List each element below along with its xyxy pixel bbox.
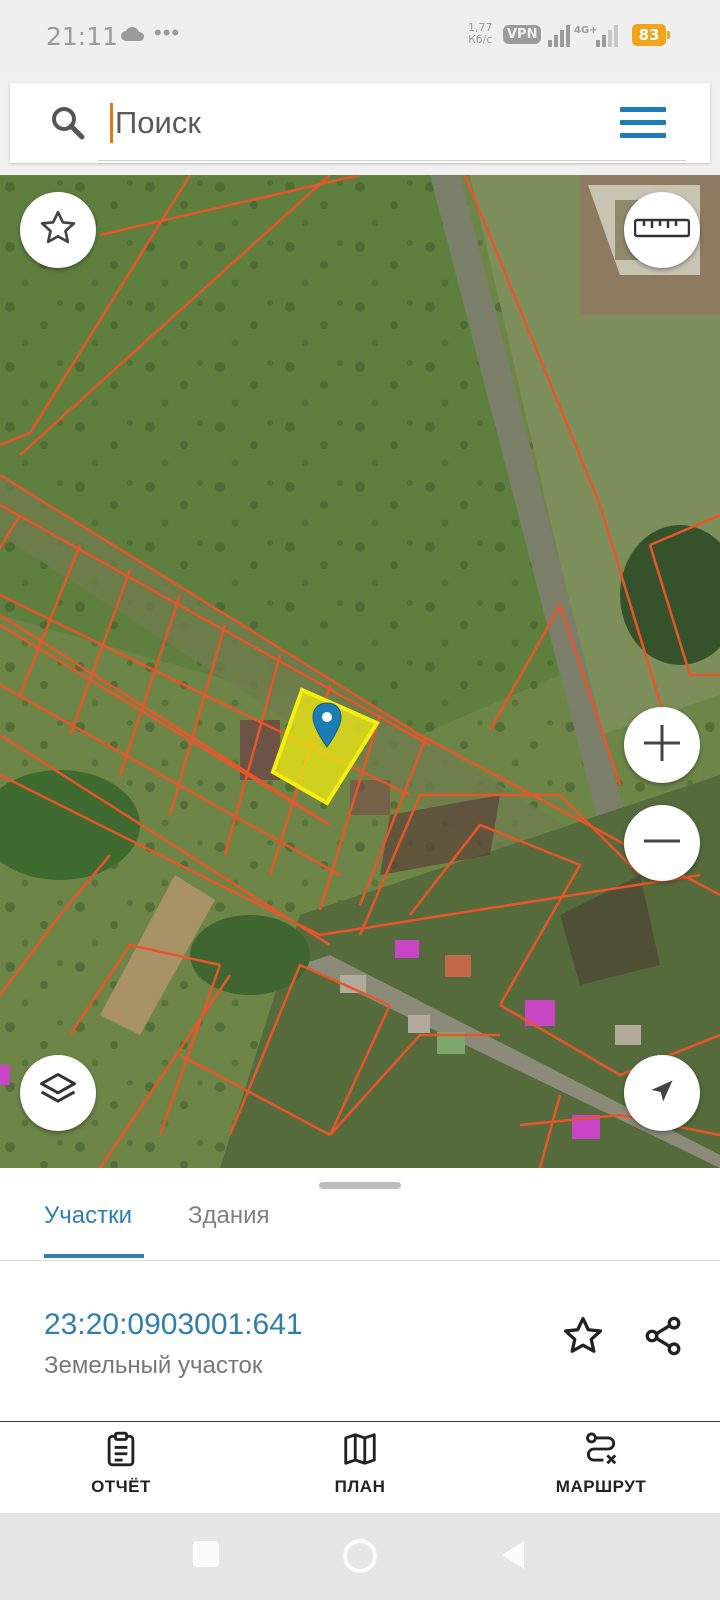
zoom-in-button[interactable] (624, 707, 700, 783)
clipboard-icon (102, 1431, 140, 1472)
report-button[interactable]: ОТЧЁТ (46, 1430, 196, 1497)
cadastral-number[interactable]: 23:20:0903001:641 (44, 1308, 303, 1342)
battery-indicator: 83 (632, 24, 670, 46)
tab-indicator (44, 1254, 144, 1258)
search-input[interactable] (110, 103, 595, 143)
plus-icon (640, 721, 684, 770)
recent-apps-icon[interactable] (193, 1541, 219, 1567)
plan-label: ПЛАН (334, 1477, 386, 1496)
signal-icon: 4G+ (548, 24, 620, 53)
route-label: МАРШРУТ (555, 1477, 647, 1496)
tab-divider (0, 1260, 720, 1261)
home-icon[interactable] (343, 1539, 377, 1573)
favorites-button[interactable] (20, 192, 96, 268)
ruler-icon (633, 216, 691, 245)
parcel-type: Земельный участок (44, 1352, 263, 1379)
plan-button[interactable]: ПЛАН (285, 1430, 435, 1497)
route-icon (581, 1432, 621, 1472)
share-icon[interactable] (640, 1314, 686, 1363)
tab-buildings[interactable]: Здания (188, 1202, 270, 1230)
sheet-drag-handle[interactable] (319, 1182, 401, 1189)
more-notifications-icon: ••• (154, 20, 181, 45)
search-bar (10, 83, 710, 163)
layers-button[interactable] (20, 1055, 96, 1131)
bottom-sheet: Участки Здания 23:20:0903001:641 Земельн… (0, 1168, 720, 1513)
star-icon[interactable] (560, 1314, 606, 1363)
navigation-arrow-icon (648, 1077, 676, 1110)
minus-icon (640, 819, 684, 868)
my-location-button[interactable] (624, 1055, 700, 1131)
map-pin-icon[interactable] (312, 702, 342, 753)
menu-icon[interactable] (620, 107, 666, 139)
satellite-map[interactable] (0, 175, 720, 1168)
status-bar: 21:11 ••• 1,77 Кб/с VPN 4G+ 83 (0, 0, 720, 72)
cloud-icon (120, 26, 146, 47)
system-nav-bar (0, 1513, 720, 1600)
back-icon[interactable] (500, 1539, 526, 1576)
layers-icon (36, 1069, 80, 1118)
svg-text:4G+: 4G+ (574, 25, 598, 36)
map-icon (340, 1433, 380, 1472)
actions-divider (0, 1421, 720, 1422)
search-icon[interactable] (50, 105, 86, 146)
report-label: ОТЧЁТ (91, 1477, 151, 1496)
zoom-out-button[interactable] (624, 805, 700, 881)
star-icon (38, 208, 78, 253)
vpn-badge: VPN (503, 25, 542, 44)
tab-parcels[interactable]: Участки (44, 1202, 132, 1230)
search-underline (98, 160, 686, 161)
map-view[interactable] (0, 175, 720, 1168)
network-speed-unit: Кб/с (468, 33, 493, 46)
status-time: 21:11 (46, 22, 119, 51)
route-button[interactable]: МАРШРУТ (526, 1430, 676, 1497)
network-speed: 1,77 Кб/с (468, 22, 493, 46)
ruler-button[interactable] (624, 192, 700, 268)
